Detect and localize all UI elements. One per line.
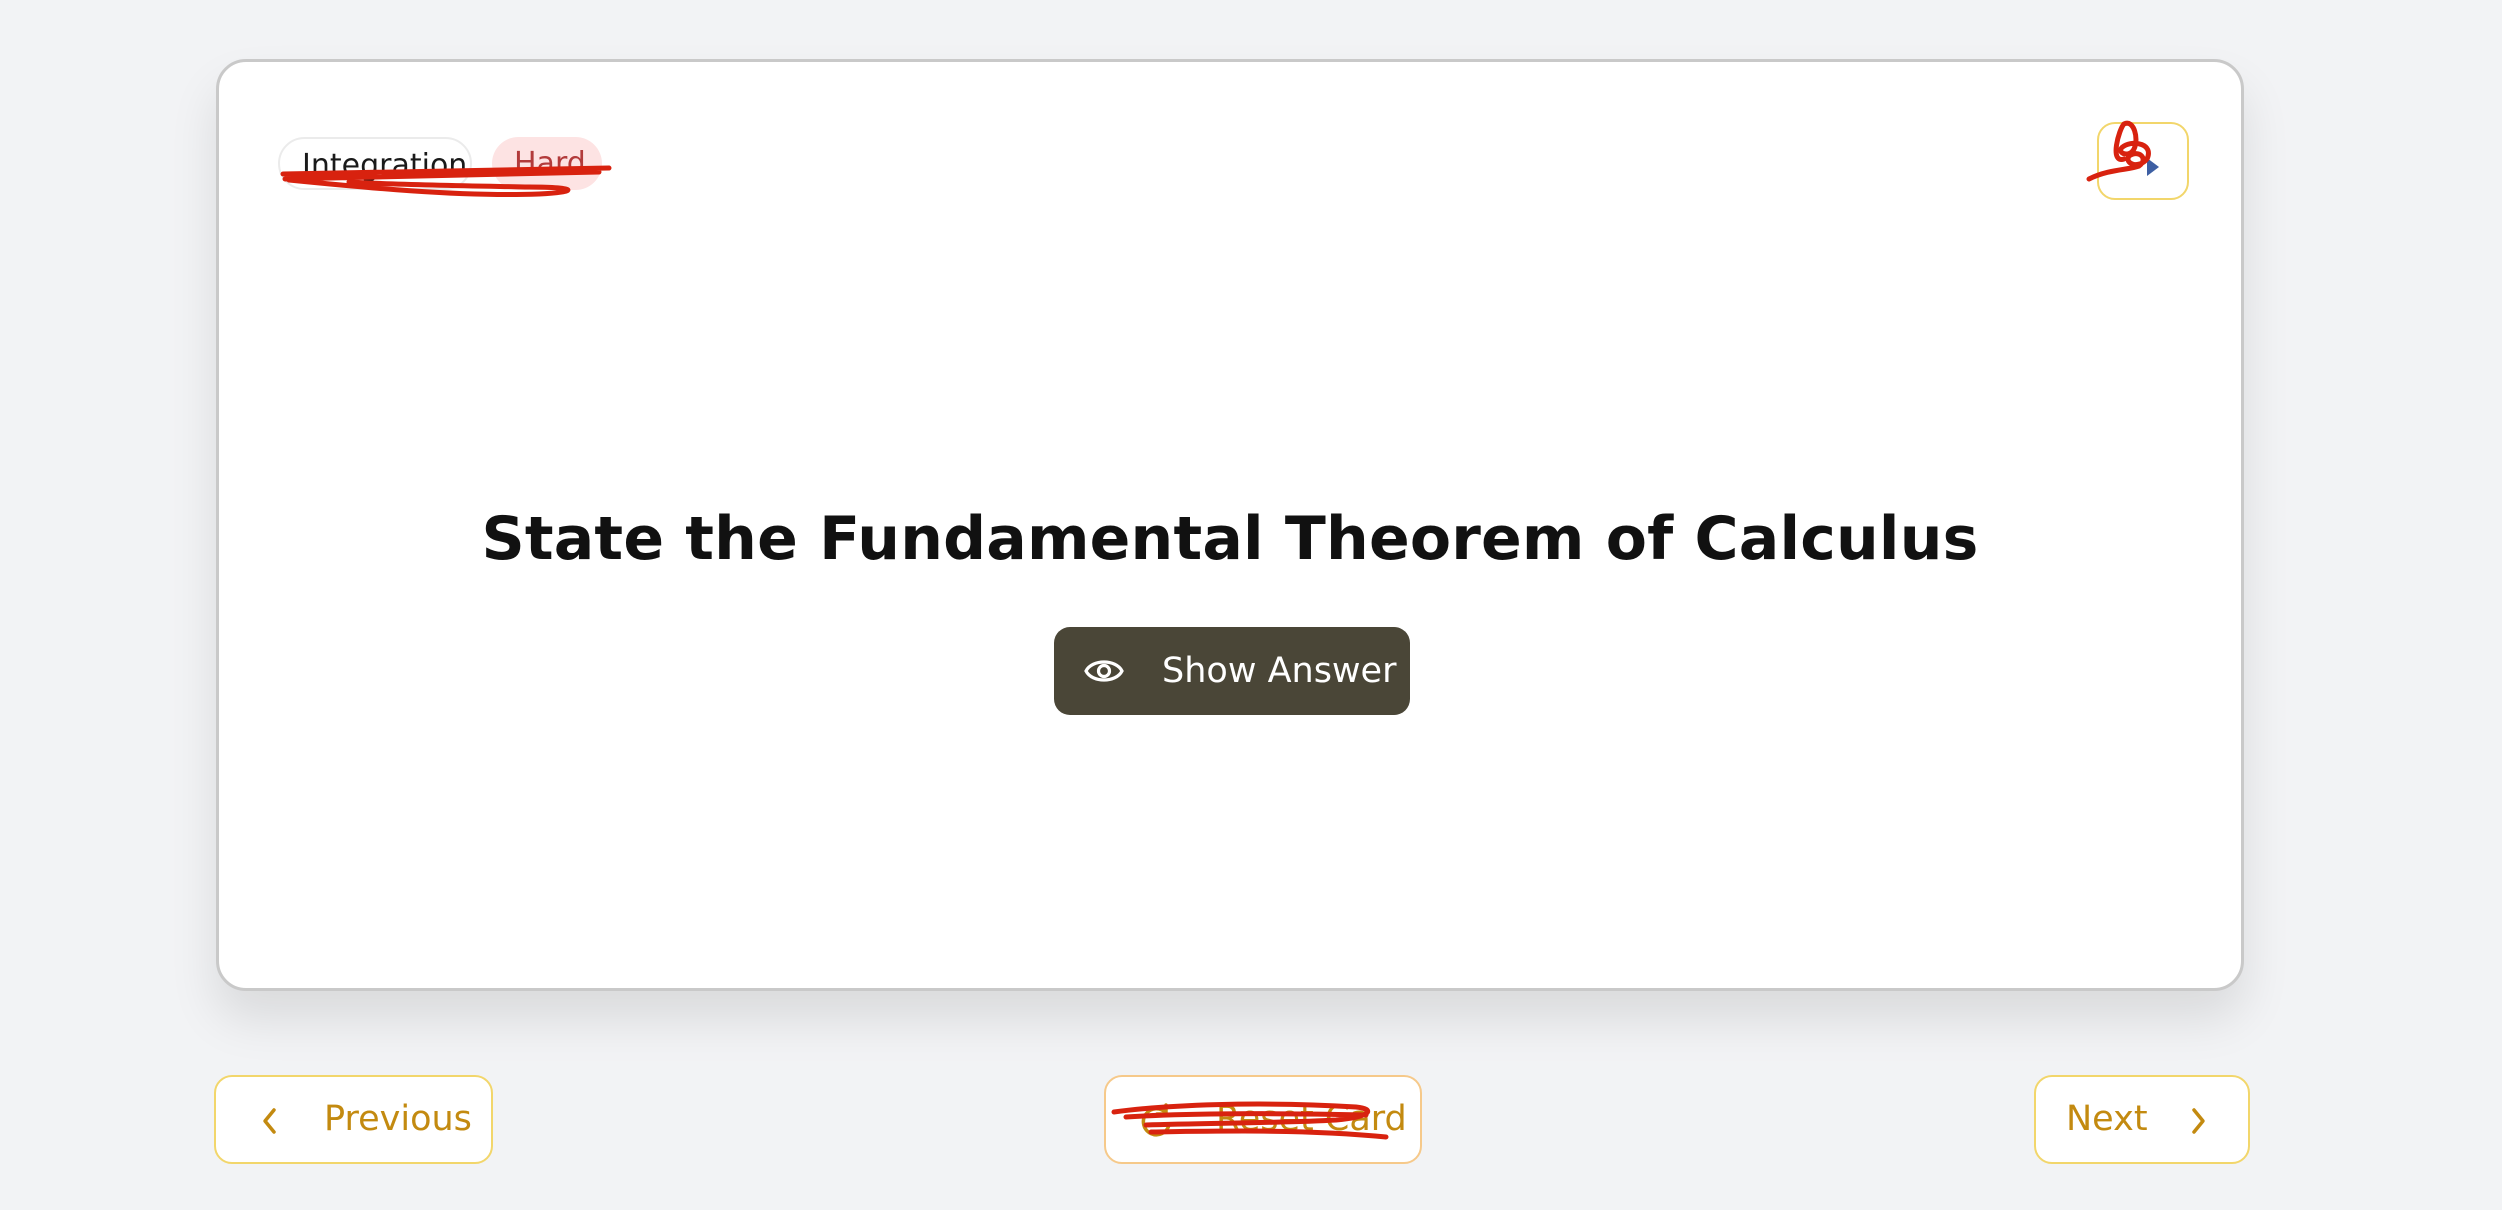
previous-label: Previous xyxy=(324,1099,472,1139)
reset-card-button[interactable]: Reset Card xyxy=(1104,1075,1422,1164)
flip-scribble xyxy=(2086,120,2151,182)
eye-icon xyxy=(1084,660,1124,682)
difficulty-tag: Hard xyxy=(492,137,602,190)
previous-button[interactable]: Previous xyxy=(214,1075,493,1164)
show-answer-button[interactable]: Show Answer xyxy=(1054,627,1410,715)
next-label: Next xyxy=(2066,1099,2148,1139)
flip-icon xyxy=(2147,158,2159,176)
reset-icon xyxy=(1141,1103,1171,1137)
chevron-left-icon xyxy=(263,1108,276,1134)
question-text: State the Fundamental Theorem of Calculu… xyxy=(481,504,1979,574)
topic-tag: Integration xyxy=(278,137,472,190)
next-button[interactable]: Next xyxy=(2034,1075,2250,1164)
chevron-right-icon xyxy=(2192,1108,2205,1134)
show-answer-label: Show Answer xyxy=(1162,651,1397,691)
flashcard: Integration Hard State the Fundamental T… xyxy=(216,59,2244,991)
flip-card-button[interactable] xyxy=(2086,120,2189,200)
reset-label: Reset Card xyxy=(1216,1099,1407,1139)
